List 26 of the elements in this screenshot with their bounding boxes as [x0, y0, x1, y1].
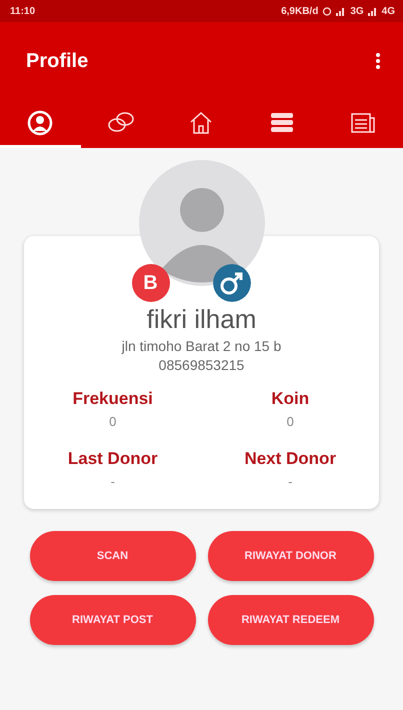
network-type: 4G	[382, 6, 395, 16]
action-button[interactable]: SCAN	[30, 531, 196, 581]
stat-value: 0	[286, 414, 294, 429]
action-button[interactable]: RIWAYAT REDEEM	[208, 595, 374, 645]
stat-label: Koin	[271, 389, 310, 409]
stat-label: Frekuensi	[72, 389, 153, 409]
user-address: jln timoho Barat 2 no 15 b	[122, 338, 282, 354]
stat-value: 0	[109, 414, 116, 429]
user-phone: 08569853215	[158, 357, 244, 373]
stat-label: Last Donor	[68, 449, 158, 469]
stat-label: Next Donor	[244, 449, 336, 469]
app-title: Profile	[26, 50, 88, 72]
action-button[interactable]: RIWAYAT POST	[30, 595, 196, 645]
network-type: 3G	[350, 6, 364, 16]
data-speed: 6,9KB/d	[281, 6, 318, 16]
action-button[interactable]: RIWAYAT DONOR	[208, 531, 374, 581]
signal-icon	[368, 6, 378, 16]
stat-value: -	[110, 474, 115, 489]
person-icon	[27, 110, 54, 136]
stat-value: -	[288, 474, 292, 489]
alarm-icon	[322, 6, 332, 16]
house-icon	[188, 110, 214, 136]
more-menu-icon[interactable]	[375, 52, 381, 70]
signal-icon	[336, 6, 346, 16]
user-name: fikri ilham	[146, 304, 256, 335]
status-time: 11:10	[10, 6, 36, 16]
